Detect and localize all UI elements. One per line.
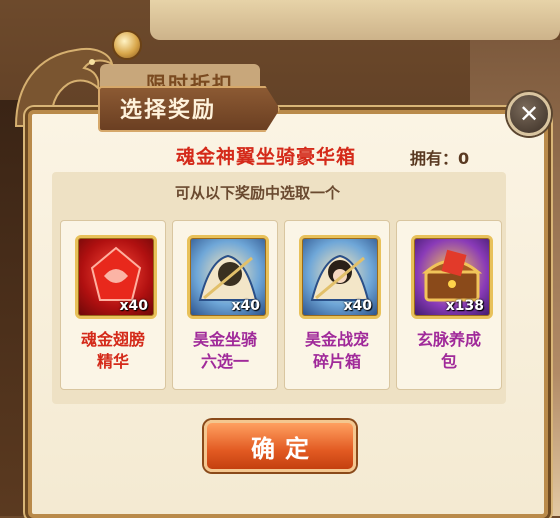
background-left-edge — [0, 100, 30, 516]
owned-count: 拥有：0 — [410, 149, 470, 168]
close-button[interactable]: ✕ — [507, 92, 551, 136]
close-icon: ✕ — [518, 100, 540, 128]
background-banner — [150, 0, 560, 40]
item-name: 昊金坐骑 六选一 — [192, 330, 257, 371]
red-gem-icon: x40 — [75, 235, 157, 319]
confirm-button[interactable]: 确定 — [204, 420, 356, 472]
item-quantity: x138 — [445, 298, 484, 314]
dialog-title: 选择奖励 — [120, 98, 217, 123]
item-quantity: x40 — [119, 298, 148, 314]
item-quantity: x40 — [343, 298, 372, 314]
mount-selector-icon: x40 — [187, 235, 269, 319]
golden-orb-icon — [112, 30, 142, 60]
treasure-chest-icon: x138 — [411, 235, 493, 319]
pet-shard-icon: x40 — [299, 235, 381, 319]
instruction-text: 可从以下奖励中选取一个 — [175, 184, 341, 202]
item-name: 玄脉养成 包 — [416, 330, 481, 371]
reward-card-3[interactable]: x40 昊金战宠 碎片箱 — [284, 220, 390, 390]
reward-card-2[interactable]: x40 昊金坐骑 六选一 — [172, 220, 278, 390]
chest-name: 魂金神翼坐骑豪华箱 — [176, 146, 357, 168]
item-quantity: x40 — [231, 298, 260, 314]
item-name: 昊金战宠 碎片箱 — [304, 330, 369, 371]
reward-card-1[interactable]: x40 魂金翅膀 精华 — [60, 220, 166, 390]
item-name: 魂金翅膀 精华 — [80, 330, 145, 371]
reward-card-4[interactable]: x138 玄脉养成 包 — [396, 220, 502, 390]
